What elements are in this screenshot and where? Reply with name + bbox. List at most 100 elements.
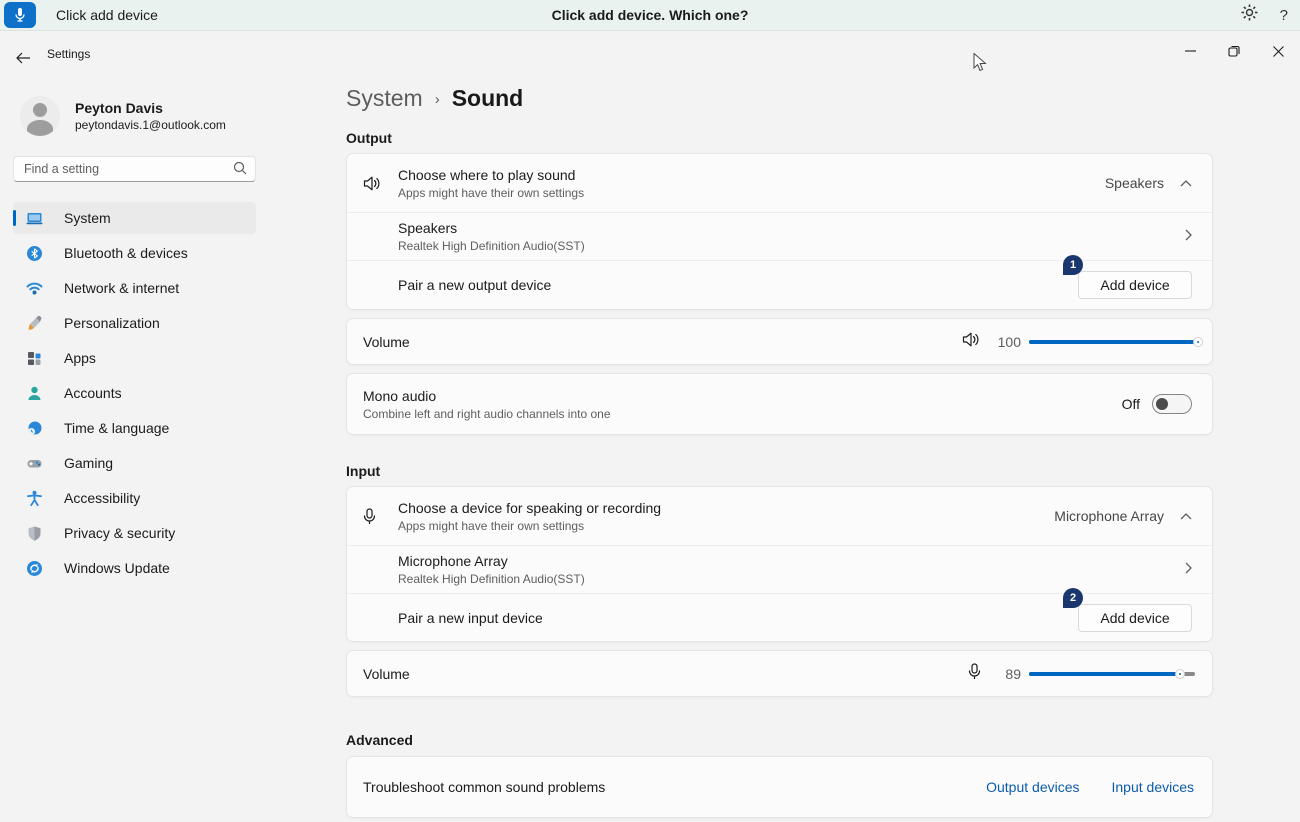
troubleshoot-card: Troubleshoot common sound problems Outpu… [346,756,1213,818]
microphone-icon[interactable] [4,2,36,28]
profile-email: peytondavis.1@outlook.com [75,118,226,132]
mono-audio-state: Off [1122,396,1140,412]
output-volume-value: 100 [991,334,1021,350]
choose-input-row[interactable]: Choose a device for speaking or recordin… [347,487,1212,545]
sidebar-item-label: System [64,210,111,226]
sidebar-item-system[interactable]: System [13,202,256,234]
time-language-icon [26,420,43,437]
speaker-icon [363,175,398,192]
sidebar-item-label: Time & language [64,420,169,436]
add-input-device-button[interactable]: Add device [1078,604,1192,632]
troubleshoot-label: Troubleshoot common sound problems [363,779,986,795]
choose-output-subtitle: Apps might have their own settings [398,186,1105,200]
microphone-device-name: Microphone Array [398,553,1185,569]
microphone-glyph [13,7,27,23]
personalization-icon [26,315,43,332]
network-icon [26,280,43,297]
voice-access-bar: Click add device Click add device. Which… [0,0,1300,31]
sidebar-item-label: Gaming [64,455,113,471]
search-box [13,156,256,182]
microphone-input-icon [363,508,398,525]
help-icon[interactable]: ? [1276,7,1292,24]
windows-update-icon [26,560,43,577]
speakers-device-name: Speakers [398,220,1185,236]
mono-audio-card: Mono audio Combine left and right audio … [346,373,1213,435]
sound-settings-page: System › Sound Output Choose where to pl… [346,75,1213,822]
sidebar-item-windows-update[interactable]: Windows Update [13,552,256,584]
sidebar-item-label: Bluetooth & devices [64,245,188,261]
sidebar-item-gaming[interactable]: Gaming [13,447,256,479]
sidebar-item-label: Personalization [64,315,160,331]
mono-audio-title: Mono audio [363,388,1122,404]
restore-icon [1228,45,1240,57]
apps-icon [26,350,43,367]
back-arrow-icon [16,52,31,64]
sidebar-item-time-language[interactable]: Time & language [13,412,256,444]
microphone-device-row[interactable]: Microphone Array Realtek High Definition… [347,545,1212,593]
add-output-device-button[interactable]: Add device [1078,271,1192,299]
voice-access-badge-2: 2 [1063,588,1083,608]
input-section-header: Input [346,463,1213,480]
pair-output-row: Pair a new output device 1 Add device [347,260,1212,309]
chevron-right-icon [1185,228,1192,246]
user-profile[interactable]: Peyton Davis peytondavis.1@outlook.com [20,96,226,136]
mono-audio-toggle[interactable] [1152,394,1192,414]
search-input[interactable] [13,156,256,182]
input-volume-slider[interactable] [1029,666,1195,682]
profile-name: Peyton Davis [75,100,226,116]
input-volume-value: 89 [991,666,1021,682]
input-devices-link[interactable]: Input devices [1112,779,1195,795]
output-volume-slider[interactable] [1029,334,1195,350]
output-device-selected-value: Speakers [1105,175,1164,191]
sidebar-item-label: Apps [64,350,96,366]
slider-thumb[interactable] [1176,670,1184,678]
sidebar-item-accessibility[interactable]: Accessibility [13,482,256,514]
sidebar-item-label: Network & internet [64,280,179,296]
sidebar-item-bluetooth-devices[interactable]: Bluetooth & devices [13,237,256,269]
sidebar-item-apps[interactable]: Apps [13,342,256,374]
chevron-up-icon[interactable] [1180,507,1192,525]
output-devices-link[interactable]: Output devices [986,779,1079,795]
titlebar: Settings [0,31,1300,75]
input-device-selected-value: Microphone Array [1054,508,1164,524]
speakers-device-row[interactable]: Speakers Realtek High Definition Audio(S… [347,212,1212,260]
microphone-device-description: Realtek High Definition Audio(SST) [398,572,1185,586]
slider-thumb[interactable] [1194,338,1202,346]
sidebar-item-label: Accessibility [64,490,140,506]
sidebar-item-label: Windows Update [64,560,170,576]
close-button[interactable] [1256,31,1300,71]
voice-question-text: Click add device. Which one? [0,7,1300,23]
gear-icon[interactable] [1241,4,1258,26]
back-button[interactable] [10,45,36,71]
sidebar-item-privacy-security[interactable]: Privacy & security [13,517,256,549]
input-volume-card: Volume 89 [346,650,1213,697]
voice-access-badge-1: 1 [1063,255,1083,275]
advanced-section-header: Advanced [346,732,1213,749]
breadcrumb-system[interactable]: System [346,85,423,112]
sidebar-item-network-internet[interactable]: Network & internet [13,272,256,304]
pair-input-row: Pair a new input device 2 Add device [347,593,1212,641]
search-icon[interactable] [233,161,247,180]
close-icon [1273,46,1284,57]
choose-input-title: Choose a device for speaking or recordin… [398,500,1054,516]
maximize-button[interactable] [1212,31,1256,71]
avatar [20,96,60,136]
settings-sidebar: Peyton Davis peytondavis.1@outlook.com S… [0,75,290,822]
chevron-up-icon[interactable] [1180,174,1192,192]
output-volume-card: Volume 100 [346,318,1213,365]
volume-speaker-icon[interactable] [962,331,981,353]
input-volume-label: Volume [363,666,968,682]
bluetooth-icon [26,245,43,262]
sidebar-item-label: Privacy & security [64,525,175,541]
accounts-icon [26,385,43,402]
sidebar-item-accounts[interactable]: Accounts [13,377,256,409]
sidebar-item-personalization[interactable]: Personalization [13,307,256,339]
volume-microphone-icon[interactable] [968,663,981,685]
breadcrumb-separator-icon: › [435,91,440,108]
choose-output-row[interactable]: Choose where to play sound Apps might ha… [347,154,1212,212]
minimize-button[interactable] [1168,31,1212,71]
chevron-right-icon [1185,561,1192,579]
output-section-header: Output [346,130,1213,147]
page-title: Sound [452,85,524,112]
output-card: Choose where to play sound Apps might ha… [346,153,1213,310]
